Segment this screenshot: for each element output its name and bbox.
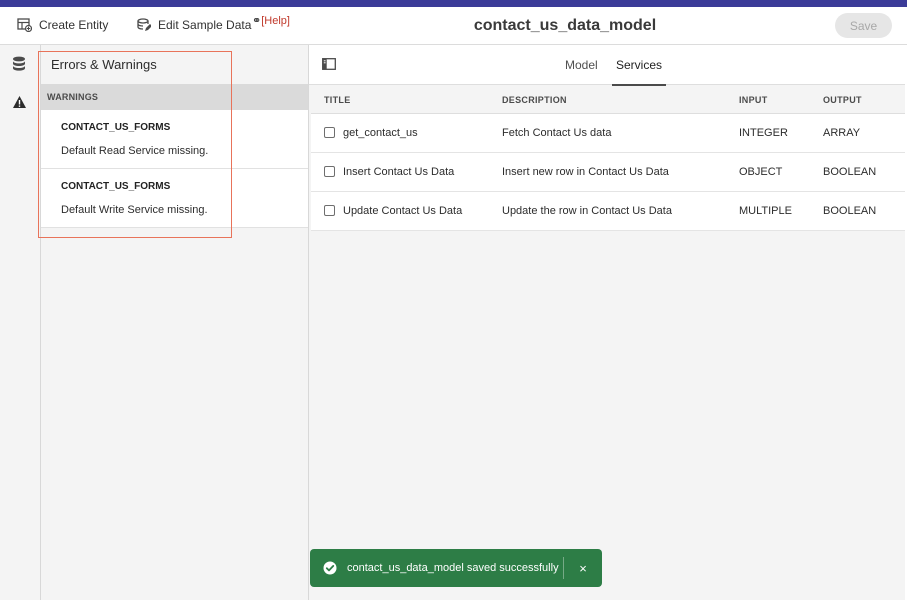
link-icon: ⚭ bbox=[252, 15, 261, 27]
main-header: Model Services bbox=[309, 45, 907, 86]
column-header-output[interactable]: OUTPUT bbox=[823, 95, 862, 105]
warning-item[interactable]: CONTACT_US_FORMS Default Write Service m… bbox=[41, 169, 308, 228]
page-title: contact_us_data_model bbox=[473, 17, 657, 34]
table-row[interactable]: Update Contact Us Data Update the row in… bbox=[311, 192, 905, 231]
service-title: Insert Contact Us Data bbox=[343, 166, 455, 178]
service-input: OBJECT bbox=[739, 166, 783, 178]
service-input: MULTIPLE bbox=[739, 205, 792, 217]
service-title: get_contact_us bbox=[343, 127, 418, 139]
edit-sample-data-label: Edit Sample Data bbox=[158, 18, 252, 32]
warning-item[interactable]: CONTACT_US_FORMS Default Read Service mi… bbox=[41, 110, 308, 169]
row-checkbox[interactable] bbox=[324, 166, 335, 177]
left-rail bbox=[0, 45, 41, 600]
warning-entity: CONTACT_US_FORMS bbox=[61, 181, 171, 192]
success-toast: contact_us_data_model saved successfully… bbox=[310, 549, 602, 587]
service-output: ARRAY bbox=[823, 127, 861, 139]
row-checkbox[interactable] bbox=[324, 127, 335, 138]
service-input: INTEGER bbox=[739, 127, 788, 139]
help-link[interactable]: ⚭ [Help] bbox=[252, 14, 290, 28]
create-entity-icon bbox=[17, 18, 32, 32]
tab-services[interactable]: Services bbox=[611, 45, 667, 86]
column-header-description[interactable]: DESCRIPTION bbox=[502, 95, 567, 105]
create-entity-button[interactable]: Create Entity bbox=[17, 7, 108, 43]
help-label: [Help] bbox=[261, 14, 290, 27]
checkmark-circle-icon bbox=[323, 561, 337, 575]
table-row[interactable]: get_contact_us Fetch Contact Us data INT… bbox=[311, 114, 905, 153]
errors-warnings-title: Errors & Warnings bbox=[51, 57, 157, 72]
toast-message: contact_us_data_model saved successfully bbox=[347, 562, 559, 574]
service-output: BOOLEAN bbox=[823, 166, 877, 178]
panel-toggle-icon[interactable] bbox=[322, 58, 336, 70]
table-row[interactable]: Insert Contact Us Data Insert new row in… bbox=[311, 153, 905, 192]
edit-sample-data-button[interactable]: Edit Sample Data bbox=[137, 7, 251, 43]
tab-model[interactable]: Model bbox=[565, 45, 598, 85]
warning-icon[interactable] bbox=[10, 93, 28, 111]
warning-message: Default Write Service missing. bbox=[61, 204, 208, 216]
service-description: Insert new row in Contact Us Data bbox=[502, 166, 669, 178]
services-table: TITLE DESCRIPTION INPUT OUTPUT get_conta… bbox=[311, 86, 905, 231]
close-icon[interactable]: × bbox=[564, 549, 602, 587]
create-entity-label: Create Entity bbox=[39, 18, 109, 32]
toolbar: Create Entity Edit Sample Data ⚭ [Help] … bbox=[0, 7, 907, 45]
errors-warnings-panel: Errors & Warnings WARNINGS CONTACT_US_FO… bbox=[41, 45, 309, 600]
warning-message: Default Read Service missing. bbox=[61, 145, 209, 157]
table-header: TITLE DESCRIPTION INPUT OUTPUT bbox=[311, 86, 905, 114]
service-title: Update Contact Us Data bbox=[343, 205, 463, 217]
edit-sample-data-icon bbox=[137, 18, 151, 31]
column-header-input[interactable]: INPUT bbox=[739, 95, 768, 105]
top-accent-bar bbox=[0, 0, 907, 7]
service-description: Update the row in Contact Us Data bbox=[502, 205, 672, 217]
warning-entity: CONTACT_US_FORMS bbox=[61, 122, 171, 133]
main-content: Model Services TITLE DESCRIPTION INPUT O… bbox=[309, 45, 907, 600]
service-description: Fetch Contact Us data bbox=[502, 127, 612, 139]
service-output: BOOLEAN bbox=[823, 205, 877, 217]
column-header-title[interactable]: TITLE bbox=[324, 95, 351, 105]
save-button[interactable]: Save bbox=[835, 13, 892, 38]
database-icon[interactable] bbox=[10, 55, 28, 73]
row-checkbox[interactable] bbox=[324, 205, 335, 216]
warnings-section-header: WARNINGS bbox=[41, 84, 308, 110]
